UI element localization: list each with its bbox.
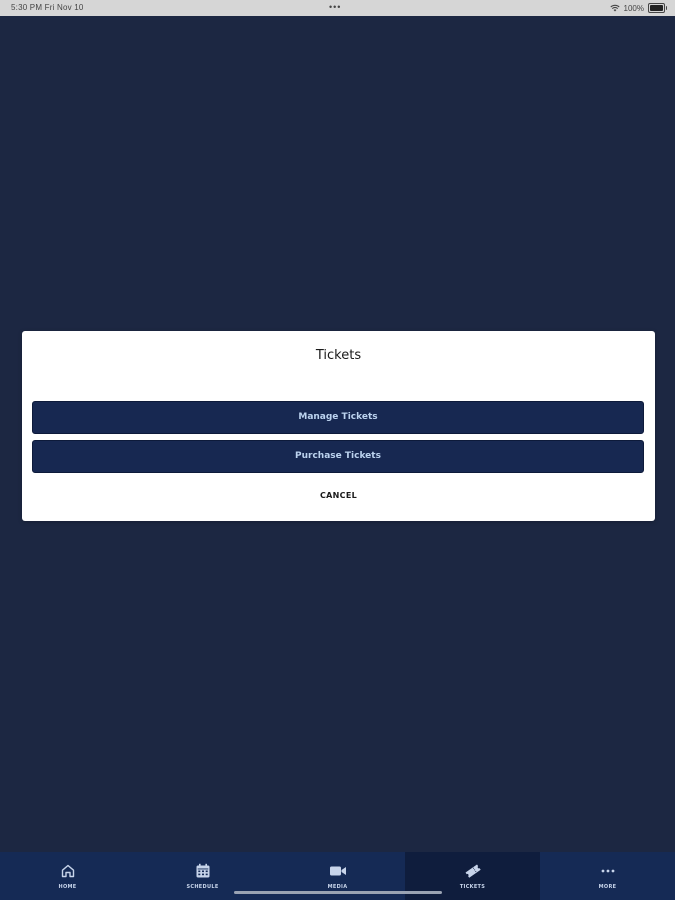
status-time-date: 5:30 PM Fri Nov 10 <box>11 3 84 12</box>
more-dots-icon <box>599 862 617 880</box>
status-bar: 5:30 PM Fri Nov 10 ••• 100% <box>0 0 675 16</box>
tab-media-label: MEDIA <box>327 884 348 890</box>
calendar-icon <box>194 862 212 880</box>
home-indicator[interactable] <box>234 891 442 894</box>
home-icon <box>59 862 77 880</box>
status-indicators: 100% <box>609 3 667 13</box>
tab-more[interactable]: MORE <box>540 852 675 900</box>
tab-home[interactable]: HOME <box>0 852 135 900</box>
tab-tickets-label: TICKETS <box>459 884 486 890</box>
cancel-button[interactable]: CANCEL <box>22 491 655 500</box>
video-camera-icon <box>329 862 347 880</box>
multitasking-dots[interactable]: ••• <box>329 2 341 12</box>
tab-schedule-label: SCHEDULE <box>186 884 219 890</box>
battery-icon <box>648 3 667 13</box>
tickets-dialog: Tickets Manage Tickets Purchase Tickets … <box>22 331 655 521</box>
purchase-tickets-button[interactable]: Purchase Tickets <box>32 440 644 473</box>
tab-more-label: MORE <box>598 884 617 890</box>
tab-home-label: HOME <box>58 884 77 890</box>
wifi-icon <box>609 4 620 12</box>
dialog-title: Tickets <box>315 348 362 363</box>
ticket-icon <box>464 862 482 880</box>
battery-percent: 100% <box>623 3 644 13</box>
manage-tickets-button[interactable]: Manage Tickets <box>32 401 644 434</box>
